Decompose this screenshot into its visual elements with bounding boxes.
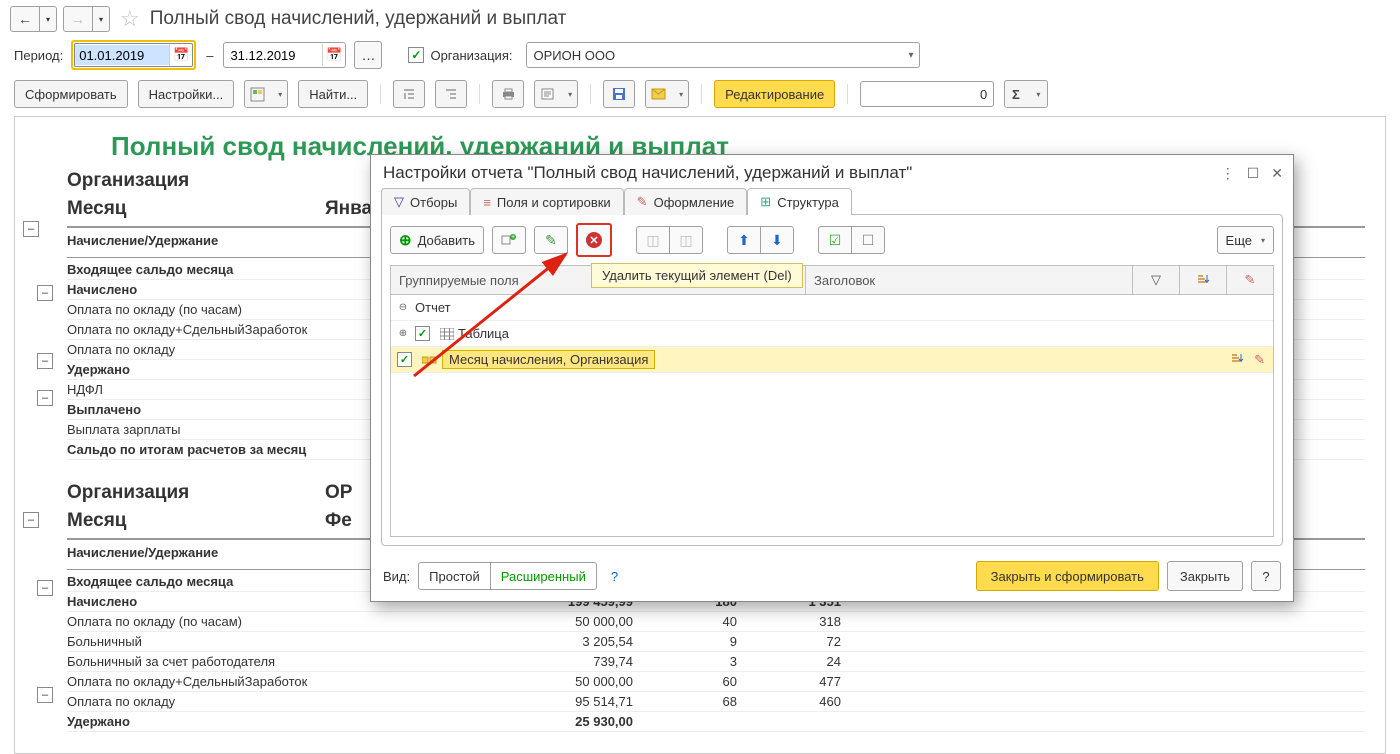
org-label: Организация: — [430, 48, 512, 63]
org-checkbox[interactable]: ✓ — [408, 47, 424, 63]
tree-toggle[interactable]: – — [37, 390, 53, 406]
view-label: Вид: — [383, 569, 410, 584]
close-button[interactable]: Закрыть — [1167, 561, 1243, 591]
nav-back-dropdown[interactable]: ▾ — [40, 6, 57, 32]
delete-element-button[interactable]: ✕ — [576, 223, 612, 257]
sum-field: 0 — [860, 81, 994, 107]
maximize-icon[interactable]: ☐ — [1247, 165, 1260, 182]
sort-icon[interactable] — [1230, 352, 1244, 368]
tree-toggle[interactable]: – — [37, 580, 53, 596]
tab-fields[interactable]: ≡Поля и сортировки — [470, 188, 623, 215]
settings-button[interactable]: Настройки... — [138, 80, 235, 108]
report-row: Оплата по окладу+СдельныйЗаработок50 000… — [67, 672, 1365, 692]
help-link[interactable]: ? — [611, 569, 618, 584]
add-button[interactable]: ⊕Добавить — [390, 226, 484, 254]
dropdown-icon: ▾ — [908, 50, 913, 61]
kebab-icon[interactable]: ⋮ — [1221, 165, 1235, 182]
filter-icon[interactable]: ▽ — [1133, 266, 1180, 294]
period-to-input[interactable] — [224, 44, 322, 66]
form-button[interactable]: Сформировать — [14, 80, 128, 108]
sum-button[interactable]: Σ▾ — [1004, 80, 1048, 108]
grid-row-month-org[interactable]: ✓ Месяц начисления, Организация ✎ — [391, 347, 1273, 373]
row-group-icon — [422, 355, 438, 365]
view-variant-button[interactable]: ▾ — [244, 80, 288, 108]
delete-tooltip: Удалить текущий элемент (Del) — [591, 263, 803, 288]
collapse-all-button[interactable] — [435, 80, 467, 108]
period-from-input[interactable] — [75, 45, 169, 65]
period-dash: – — [206, 48, 213, 63]
col-title[interactable]: Заголовок — [806, 266, 1133, 294]
month-header2: Месяц — [67, 510, 325, 532]
expand-all-button[interactable] — [393, 80, 425, 108]
svg-text:+: + — [511, 234, 515, 241]
tab-design[interactable]: ✎Оформление — [624, 188, 748, 215]
org-select[interactable]: ОРИОН ООО ▾ — [526, 42, 920, 68]
period-label: Период: — [14, 48, 63, 63]
sort-icon[interactable] — [1180, 266, 1227, 294]
calendar-icon[interactable]: 📅 — [322, 44, 345, 66]
tab-structure[interactable]: ⊞Структура — [747, 188, 852, 215]
edit-button[interactable]: Редактирование — [714, 80, 835, 108]
more-button[interactable]: Еще▾ — [1217, 226, 1274, 254]
tab-filters[interactable]: ▽Отборы — [381, 188, 470, 215]
report-settings-modal: Настройки отчета "Полный свод начислений… — [370, 154, 1294, 602]
print-button[interactable] — [492, 80, 524, 108]
structure-grid: Удалить текущий элемент (Del) Группируем… — [390, 265, 1274, 537]
tree-toggle[interactable]: – — [37, 687, 53, 703]
add-group-button[interactable]: + — [492, 226, 526, 254]
page-title: Полный свод начислений, удержаний и выпл… — [150, 8, 567, 30]
report-row: Больничный за счет работодателя739,74324 — [67, 652, 1365, 672]
nav-forward-dropdown[interactable]: ▾ — [93, 6, 110, 32]
email-button[interactable]: ▾ — [645, 80, 689, 108]
period-select-button[interactable]: … — [354, 41, 382, 69]
ungroup-button[interactable]: ◫ — [669, 226, 703, 254]
apply-button[interactable]: Закрыть и сформировать — [976, 561, 1159, 591]
move-up-button[interactable]: ⬆ — [727, 226, 761, 254]
group-button[interactable]: ◫ — [636, 226, 670, 254]
find-button[interactable]: Найти... — [298, 80, 368, 108]
design-icon[interactable]: ✎ — [1254, 352, 1265, 368]
uncheck-all-button[interactable]: ☐ — [851, 226, 885, 254]
move-down-button[interactable]: ⬇ — [760, 226, 794, 254]
table-icon — [440, 328, 454, 340]
grid-row-report[interactable]: ⊖Отчет — [391, 295, 1273, 321]
view-advanced[interactable]: Расширенный — [490, 563, 596, 589]
nav-forward[interactable]: → — [63, 6, 93, 32]
favorite-star-icon[interactable]: ☆ — [120, 6, 140, 32]
tree-toggle[interactable]: – — [23, 221, 39, 237]
report-row: Больничный3 205,54972 — [67, 632, 1365, 652]
tree-toggle[interactable]: – — [37, 285, 53, 301]
close-icon[interactable]: ✕ — [1271, 165, 1283, 182]
design-icon[interactable]: ✎ — [1227, 266, 1273, 294]
grid-row-table[interactable]: ⊕✓ Таблица — [391, 321, 1273, 347]
tree-toggle[interactable]: – — [37, 353, 53, 369]
print-dropdown[interactable]: ▾ — [534, 80, 578, 108]
save-button[interactable] — [603, 80, 635, 108]
view-simple[interactable]: Простой — [419, 563, 490, 589]
check-all-button[interactable]: ☑ — [818, 226, 852, 254]
nav-back[interactable]: ← — [10, 6, 40, 32]
org-header2: Организация — [67, 482, 325, 504]
report-row: Оплата по окладу (по часам)50 000,004031… — [67, 612, 1365, 632]
report-row: Удержано25 930,00 — [67, 712, 1365, 732]
org-value: ОРИОН ООО — [533, 48, 615, 63]
tree-toggle[interactable]: – — [23, 512, 39, 528]
calendar-icon[interactable]: 📅 — [169, 44, 192, 66]
month-header: Месяц — [67, 198, 325, 220]
help-button[interactable]: ? — [1251, 561, 1281, 591]
edit-element-button[interactable]: ✎ — [534, 226, 568, 254]
org-header: Организация — [67, 170, 325, 192]
report-row: Оплата по окладу95 514,7168460 — [67, 692, 1365, 712]
modal-title: Настройки отчета "Полный свод начислений… — [383, 163, 912, 183]
